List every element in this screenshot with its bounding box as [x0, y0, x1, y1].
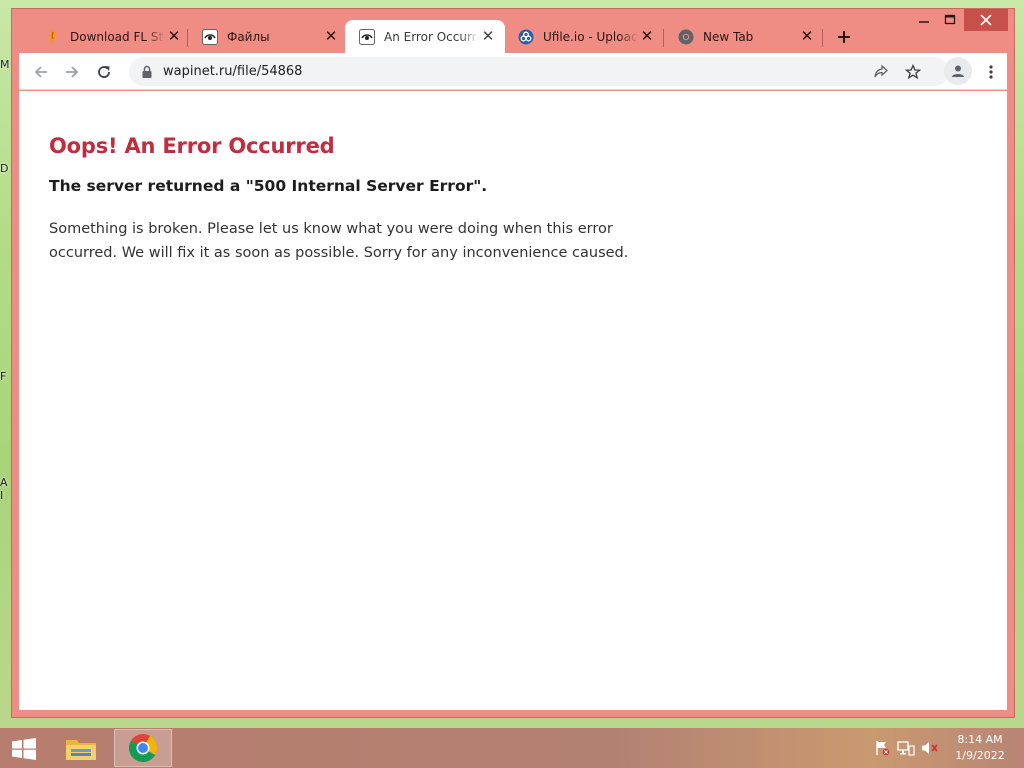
system-clock[interactable]: 8:14 AM 1/9/2022	[946, 732, 1014, 764]
tab-close-icon[interactable]: ✕	[479, 28, 497, 46]
reload-button[interactable]	[91, 59, 117, 85]
taskbar-chrome[interactable]	[114, 729, 172, 767]
arrow-left-icon	[34, 66, 47, 78]
profile-button[interactable]	[944, 57, 972, 85]
tab-title: Ufile.io - Upload f	[543, 29, 638, 44]
clock-date: 1/9/2022	[955, 749, 1005, 762]
chrome-icon	[129, 734, 157, 762]
error-subtitle: The server returned a "500 Internal Serv…	[49, 177, 488, 195]
windows-logo-icon	[12, 738, 36, 760]
start-button[interactable]	[8, 736, 40, 762]
tab-close-icon[interactable]: ✕	[798, 28, 816, 46]
address-bar[interactable]: wapinet.ru/file/54868	[129, 57, 949, 86]
address-url[interactable]: wapinet.ru/file/54868	[163, 64, 302, 79]
tab-ufile[interactable]: Ufile.io - Upload f ✕	[504, 20, 664, 53]
share-icon	[874, 64, 888, 78]
error-description: Something is broken. Please let us know …	[49, 221, 629, 261]
share-button[interactable]	[871, 62, 891, 82]
star-icon	[905, 64, 921, 80]
fl-studio-icon	[45, 29, 61, 45]
bookmark-star-button[interactable]	[903, 62, 923, 82]
close-window-button[interactable]	[964, 9, 1008, 31]
tab-an-error-occurred[interactable]: An Error Occurred ✕	[345, 20, 505, 53]
taskbar: 8:14 AM 1/9/2022	[0, 728, 1024, 768]
forward-button[interactable]	[59, 59, 85, 85]
arrow-right-icon	[66, 66, 79, 78]
tab-files[interactable]: Файлы ✕	[188, 20, 348, 53]
page-title: Oops! An Error Occurred	[49, 134, 335, 158]
tab-title: New Tab	[703, 29, 754, 44]
tab-new-tab[interactable]: New Tab ✕	[664, 20, 824, 53]
back-button[interactable]	[28, 59, 54, 85]
lock-icon[interactable]	[141, 65, 153, 79]
tab-title: Файлы	[227, 29, 270, 44]
maximize-button[interactable]	[934, 9, 966, 31]
tab-close-icon[interactable]: ✕	[638, 28, 656, 46]
ufile-icon	[518, 29, 534, 45]
tab-title: Download FL Studio	[70, 29, 165, 44]
tab-download-fl-studio[interactable]: Download FL Studio ✕	[31, 20, 191, 53]
new-tab-button[interactable]	[832, 25, 856, 49]
person-icon	[952, 65, 964, 77]
browser-window: Download FL Studio ✕ Файлы ✕	[11, 8, 1015, 718]
tab-close-icon[interactable]: ✕	[165, 28, 183, 46]
more-vert-icon	[989, 65, 993, 79]
close-icon	[980, 14, 992, 26]
chrome-menu-button[interactable]	[981, 59, 1001, 85]
tab-title: An Error Occurred	[384, 29, 479, 44]
tab-separator	[822, 29, 823, 47]
reload-icon	[98, 66, 110, 78]
plus-icon	[838, 31, 850, 43]
file-explorer-icon	[66, 740, 96, 760]
browser-toolbar: wapinet.ru/file/54868	[19, 53, 1007, 90]
action-center-flag-icon[interactable]	[873, 740, 891, 756]
tab-strip: Download FL Studio ✕ Файлы ✕	[12, 9, 1014, 53]
tab-close-icon[interactable]: ✕	[322, 28, 340, 46]
maximize-icon	[944, 14, 956, 25]
page-viewport: Oops! An Error Occurred The server retur…	[19, 91, 1007, 710]
chrome-icon	[678, 29, 694, 45]
clock-time: 8:14 AM	[957, 733, 1003, 746]
wapinet-icon	[359, 28, 375, 45]
network-icon[interactable]	[897, 740, 915, 756]
taskbar-file-explorer[interactable]	[52, 729, 110, 767]
wapinet-icon	[202, 28, 218, 45]
minimize-icon	[919, 21, 929, 23]
volume-muted-icon[interactable]	[921, 740, 939, 756]
